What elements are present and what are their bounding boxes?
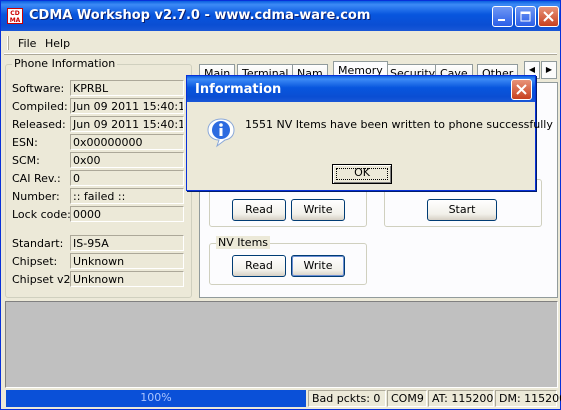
lock-code-label: Lock code: (12, 208, 71, 221)
bad-packets-status: Bad pckts: 0 (308, 390, 386, 407)
number-label: Number: (12, 190, 60, 203)
menu-bar: File Help (4, 32, 557, 54)
ok-button[interactable]: OK (332, 164, 392, 184)
log-area[interactable] (5, 301, 558, 388)
dialog-title: Information (195, 82, 282, 97)
read-button[interactable]: Read (232, 199, 286, 221)
nv-read-button[interactable]: Read (232, 255, 286, 277)
dm-baud-status: DM: 115200 (495, 390, 561, 407)
standart-label: Standart: (12, 237, 64, 250)
progress-bar: 100% (6, 390, 306, 407)
at-baud-status: AT: 115200 (428, 390, 494, 407)
info-icon (207, 118, 235, 148)
number-field[interactable]: :: failed :: (70, 188, 184, 204)
nv-write-button[interactable]: Write (291, 255, 345, 277)
cai-rev-field[interactable]: 0 (70, 170, 184, 186)
cai-rev-label: CAI Rev.: (12, 172, 61, 185)
nv-items-legend: NV Items (216, 236, 271, 249)
chipset-field[interactable]: Unknown (70, 253, 184, 269)
software-field[interactable]: KPRBL (70, 80, 184, 96)
app-icon: CD MA (7, 8, 23, 24)
main-window: CD MA CDMA Workshop v2.7.0 - www.cdma-war… (0, 0, 561, 410)
chipset-v2-label: Chipset v2: (12, 273, 75, 286)
esn-field[interactable]: 0x00000000 (70, 134, 184, 150)
dialog-close-button[interactable] (511, 79, 532, 100)
dialog-message: 1551 NV Items have been written to phone… (245, 118, 553, 131)
chipset-v2-field[interactable]: Unknown (70, 271, 184, 287)
released-field[interactable]: Jun 09 2011 15:40:11 (70, 116, 184, 132)
title-bar[interactable]: CD MA CDMA Workshop v2.7.0 - www.cdma-war… (1, 1, 560, 31)
maximize-icon (520, 11, 531, 22)
window-title: CDMA Workshop v2.7.0 - www.cdma-ware.com (29, 8, 371, 23)
menu-file[interactable]: File (18, 37, 36, 50)
lock-code-field[interactable]: 0000 (70, 206, 184, 222)
close-icon (543, 11, 554, 22)
write-button[interactable]: Write (291, 199, 345, 221)
esn-label: ESN: (12, 136, 38, 149)
tab-scroll-right-icon[interactable]: ▶ (541, 61, 557, 79)
focus-ring (336, 168, 388, 180)
released-label: Released: (12, 118, 66, 131)
port-status: COM9 (387, 390, 427, 407)
scm-label: SCM: (12, 154, 40, 167)
maximize-button[interactable] (515, 6, 536, 27)
compiled-label: Compiled: (12, 100, 68, 113)
minimize-button[interactable] (492, 6, 513, 27)
menu-grip (7, 36, 9, 50)
phone-information-group: Phone Information Software: KPRBL Compil… (5, 57, 192, 298)
phone-information-legend: Phone Information (12, 57, 118, 70)
status-bar: 100% Bad pckts: 0 COM9 AT: 115200 DM: 11… (4, 389, 561, 408)
software-label: Software: (12, 82, 65, 95)
information-dialog: Information 1551 NV Items have been writ… (186, 75, 553, 191)
close-button[interactable] (538, 6, 559, 27)
minimize-icon (498, 19, 505, 21)
start-button[interactable]: Start (427, 199, 497, 221)
close-icon (516, 84, 527, 95)
compiled-field[interactable]: Jun 09 2011 15:40:11 (70, 98, 184, 114)
standart-field[interactable]: IS-95A (70, 235, 184, 251)
scm-field[interactable]: 0x00 (70, 152, 184, 168)
menu-help[interactable]: Help (45, 37, 70, 50)
dialog-title-bar[interactable]: Information (187, 76, 535, 102)
chipset-label: Chipset: (12, 255, 58, 268)
